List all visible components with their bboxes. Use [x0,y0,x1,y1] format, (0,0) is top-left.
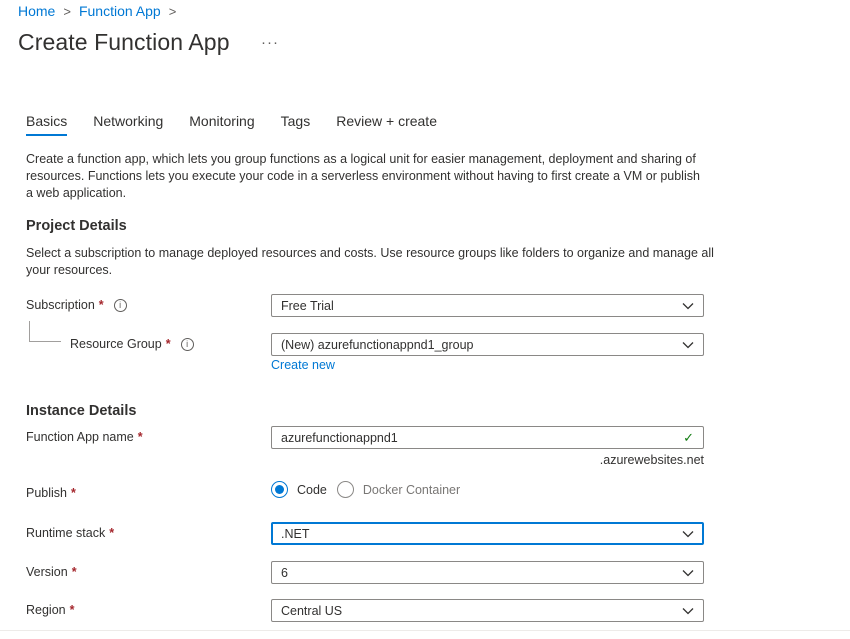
required-marker: * [109,526,115,540]
required-marker: * [69,603,75,617]
tab-bar: Basics Networking Monitoring Tags Review… [26,113,463,136]
checkmark-icon: ✓ [683,429,694,445]
publish-code-radio[interactable] [271,481,288,498]
domain-suffix: .azurewebsites.net [599,453,704,467]
chevron-right-icon: > [168,3,177,19]
version-label-text: Version [26,565,68,579]
tree-connector [29,341,61,342]
version-value: 6 [281,565,288,580]
runtime-stack-value: .NET [281,526,310,541]
create-new-resource-group-link[interactable]: Create new [271,358,335,372]
region-label-text: Region [26,603,66,617]
resource-group-label: Resource Group * i [70,337,194,351]
chevron-down-icon [682,569,694,576]
more-options-icon[interactable]: ··· [261,34,279,51]
info-icon[interactable]: i [180,337,194,351]
required-marker: * [98,298,104,312]
breadcrumb-function-app-link[interactable]: Function App [79,3,161,19]
subscription-dropdown[interactable]: Free Trial [271,294,704,317]
info-icon[interactable]: i [113,298,127,312]
tab-review-create[interactable]: Review + create [336,113,437,136]
subscription-label: Subscription * i [26,298,127,312]
resource-group-value: (New) azurefunctionappnd1_group [281,337,474,352]
tab-basics[interactable]: Basics [26,113,68,136]
function-app-name-input[interactable]: azurefunctionappnd1 ✓ [271,426,704,449]
version-dropdown[interactable]: 6 [271,561,704,584]
required-marker: * [71,565,77,579]
tree-connector [29,321,30,341]
region-dropdown[interactable]: Central US [271,599,704,622]
region-value: Central US [281,603,343,618]
intro-text: Create a function app, which lets you gr… [26,152,700,200]
project-details-description: Select a subscription to manage deployed… [26,246,714,277]
publish-docker-radio[interactable] [336,481,354,498]
subscription-label-text: Subscription [26,298,95,312]
publish-label-text: Publish [26,486,67,500]
runtime-stack-dropdown[interactable]: .NET [271,522,704,545]
chevron-down-icon [682,530,694,537]
publish-radio-group: Code Docker Container [271,481,470,498]
project-details-heading: Project Details [26,218,127,234]
required-marker: * [165,337,171,351]
version-label: Version * [26,565,77,579]
chevron-down-icon [682,341,694,348]
region-label: Region * [26,603,75,617]
breadcrumb: Home > Function App > [18,3,176,19]
publish-docker-label[interactable]: Docker Container [363,483,460,497]
tab-networking[interactable]: Networking [93,113,163,136]
function-app-name-label: Function App name * [26,430,143,444]
runtime-stack-label: Runtime stack * [26,526,114,540]
instance-details-heading: Instance Details [26,403,137,419]
function-app-name-value: azurefunctionappnd1 [281,430,398,445]
chevron-right-icon: > [63,3,71,19]
tab-monitoring[interactable]: Monitoring [189,113,254,136]
resource-group-dropdown[interactable]: (New) azurefunctionappnd1_group [271,333,704,356]
required-marker: * [71,486,76,500]
runtime-stack-label-text: Runtime stack [26,526,106,540]
chevron-down-icon [682,607,694,614]
required-marker: * [137,430,143,444]
publish-code-label[interactable]: Code [297,483,327,497]
page-title: Create Function App [18,29,230,55]
subscription-value: Free Trial [281,298,334,313]
tab-tags[interactable]: Tags [281,113,311,136]
breadcrumb-home-link[interactable]: Home [18,3,55,19]
divider [0,630,850,631]
publish-label: Publish * [26,486,76,500]
chevron-down-icon [682,302,694,309]
function-app-name-label-text: Function App name [26,430,134,444]
resource-group-label-text: Resource Group [70,337,162,351]
